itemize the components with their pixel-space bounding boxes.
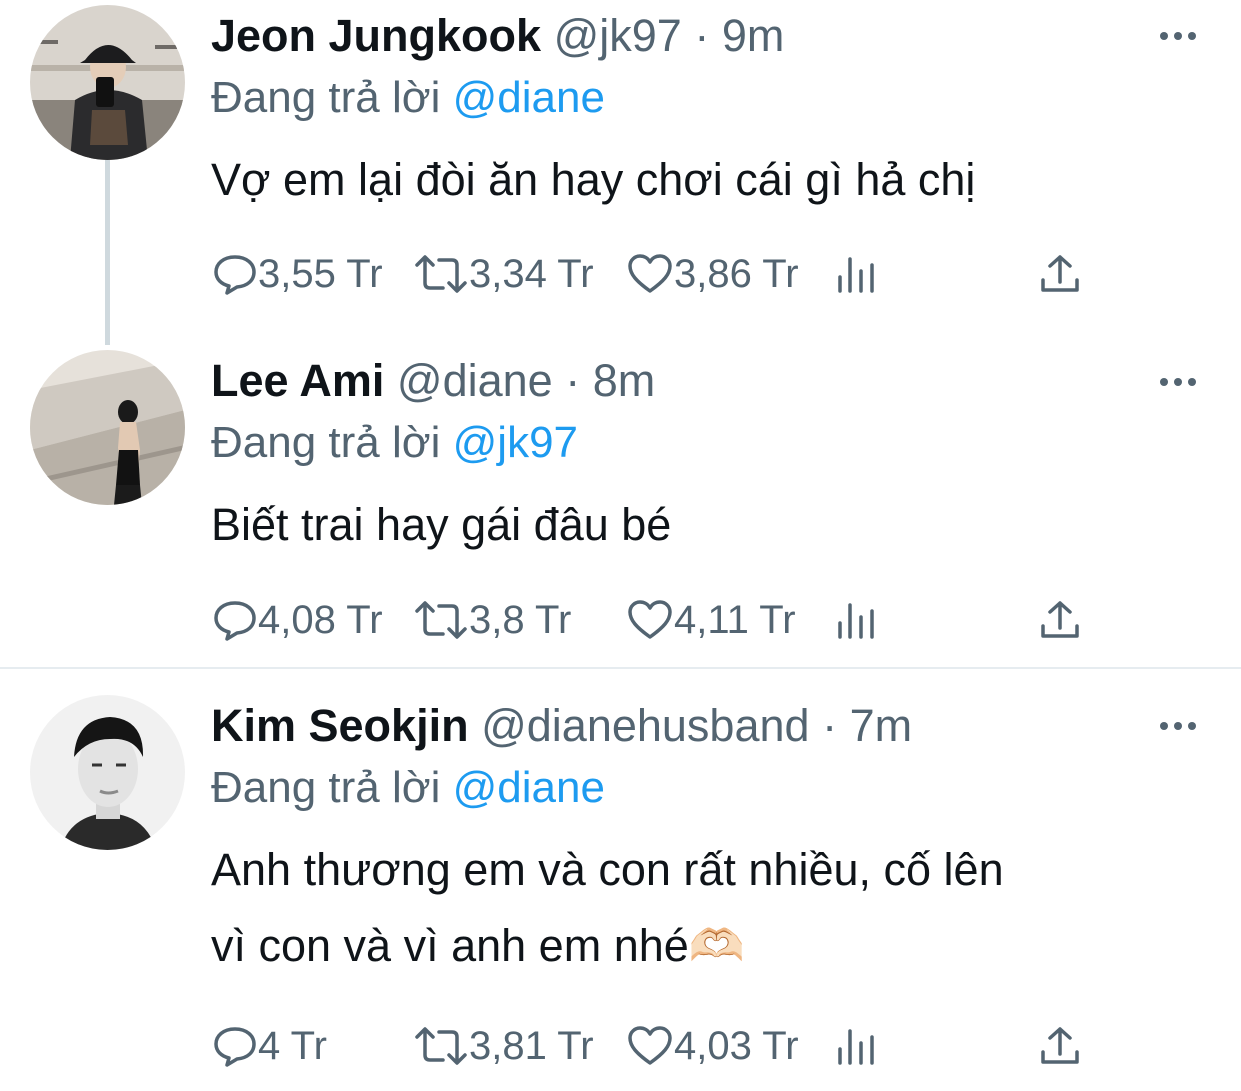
- replying-to-label: Đang trả lời: [211, 73, 441, 122]
- tweet-text-line-1: Anh thương em và con rất nhiều, cố lên: [211, 844, 1004, 895]
- heart-outline-icon: [628, 254, 672, 293]
- bar-chart-icon: [838, 603, 874, 639]
- replying-to-label: Đang trả lời: [211, 763, 441, 812]
- share-upload-icon: [1041, 1027, 1079, 1064]
- separator-dot: ·: [822, 700, 838, 751]
- more-dots-icon[interactable]: [1158, 376, 1198, 388]
- replying-to: Đang trả lời @jk97: [211, 415, 578, 471]
- user-handle[interactable]: @jk97: [554, 10, 682, 61]
- timestamp[interactable]: 7m: [850, 700, 913, 751]
- tweet-header: Kim Seokjin @dianehusband · 7m: [211, 698, 912, 754]
- retweet-count: 3,34 Tr: [469, 251, 594, 296]
- reply-button[interactable]: 4 Tr: [212, 1021, 327, 1071]
- share-upload-icon: [1041, 255, 1079, 292]
- reply-count: 3,55 Tr: [258, 251, 383, 296]
- replying-to: Đang trả lời @diane: [211, 760, 605, 816]
- tweet-text: Biết trai hay gái đâu bé: [211, 499, 672, 550]
- tweet-text-line-2: vì con và vì anh em nhé🫶🏻: [211, 920, 745, 971]
- share-upload-icon: [1041, 601, 1079, 638]
- retweet-arrows-icon: [415, 255, 467, 293]
- retweet-button[interactable]: 3,8 Tr: [413, 595, 571, 645]
- like-count: 4,03 Tr: [674, 1023, 799, 1068]
- reply-button[interactable]: 4,08 Tr: [212, 595, 383, 645]
- retweet-count: 3,81 Tr: [469, 1023, 594, 1068]
- separator-dot: ·: [694, 10, 710, 61]
- reply-count: 4,08 Tr: [258, 597, 383, 642]
- heart-outline-icon: [628, 600, 672, 639]
- display-name[interactable]: Lee Ami: [211, 355, 384, 406]
- display-name[interactable]: Jeon Jungkook: [211, 10, 541, 61]
- views-button[interactable]: [834, 595, 878, 645]
- like-count: 3,86 Tr: [674, 251, 799, 296]
- tweet-kim-seokjin[interactable]: Kim Seokjin @dianehusband · 7m Đang trả …: [0, 669, 1241, 1091]
- tweet-actions: 4,08 Tr 3,8 Tr 4,11 Tr: [212, 595, 1092, 645]
- retweet-count: 3,8 Tr: [469, 597, 572, 642]
- tweet-header: Lee Ami @diane · 8m: [211, 353, 655, 409]
- tweet-lee-ami[interactable]: Lee Ami @diane · 8m Đang trả lời @jk97 B…: [0, 340, 1241, 667]
- like-button[interactable]: 3,86 Tr: [626, 249, 799, 299]
- more-dots-icon[interactable]: [1158, 30, 1198, 42]
- reply-button[interactable]: 3,55 Tr: [212, 249, 383, 299]
- mention-link[interactable]: @diane: [453, 73, 605, 122]
- tweet-text: Anh thương em và con rất nhiều, cố lên v…: [211, 832, 1201, 984]
- like-count: 4,11 Tr: [674, 597, 796, 642]
- tweet-header: Jeon Jungkook @jk97 · 9m: [211, 8, 784, 64]
- speech-bubble-icon: [214, 255, 256, 295]
- avatar-kim-seokjin[interactable]: [30, 695, 185, 850]
- user-handle[interactable]: @dianehusband: [481, 700, 809, 751]
- retweet-arrows-icon: [415, 601, 467, 639]
- like-button[interactable]: 4,11 Tr: [626, 595, 796, 645]
- more-dots-icon[interactable]: [1158, 720, 1198, 732]
- tweet-text: Vợ em lại đòi ăn hay chơi cái gì hả chị: [211, 154, 976, 205]
- heart-outline-icon: [628, 1026, 672, 1065]
- tweet-jeon-jungkook[interactable]: Jeon Jungkook @jk97 · 9m Đang trả lời @d…: [0, 0, 1241, 345]
- mention-link[interactable]: @diane: [453, 763, 605, 812]
- avatar-jeon-jungkook[interactable]: [30, 5, 185, 160]
- separator-dot: ·: [565, 355, 581, 406]
- retweet-button[interactable]: 3,81 Tr: [413, 1021, 594, 1071]
- avatar-lee-ami[interactable]: [30, 350, 185, 505]
- user-handle[interactable]: @diane: [397, 355, 553, 406]
- tweet-actions: 4 Tr 3,81 Tr 4,03 Tr: [212, 1021, 1092, 1071]
- display-name[interactable]: Kim Seokjin: [211, 700, 469, 751]
- views-button[interactable]: [834, 249, 878, 299]
- timestamp[interactable]: 8m: [593, 355, 656, 406]
- replying-to-label: Đang trả lời: [211, 418, 441, 467]
- views-button[interactable]: [834, 1021, 878, 1071]
- timestamp[interactable]: 9m: [722, 10, 785, 61]
- bar-chart-icon: [838, 257, 874, 293]
- retweet-button[interactable]: 3,34 Tr: [413, 249, 594, 299]
- share-button[interactable]: [1038, 1021, 1082, 1071]
- speech-bubble-icon: [214, 1027, 256, 1067]
- share-button[interactable]: [1038, 249, 1082, 299]
- reply-count: 4 Tr: [258, 1023, 327, 1068]
- like-button[interactable]: 4,03 Tr: [626, 1021, 799, 1071]
- bar-chart-icon: [838, 1029, 874, 1065]
- speech-bubble-icon: [214, 601, 256, 641]
- retweet-arrows-icon: [415, 1027, 467, 1065]
- tweet-actions: 3,55 Tr 3,34 Tr 3,86 Tr: [212, 249, 1092, 299]
- replying-to: Đang trả lời @diane: [211, 70, 605, 126]
- mention-link[interactable]: @jk97: [453, 418, 578, 467]
- thread-connector-line: [105, 160, 110, 345]
- share-button[interactable]: [1038, 595, 1082, 645]
